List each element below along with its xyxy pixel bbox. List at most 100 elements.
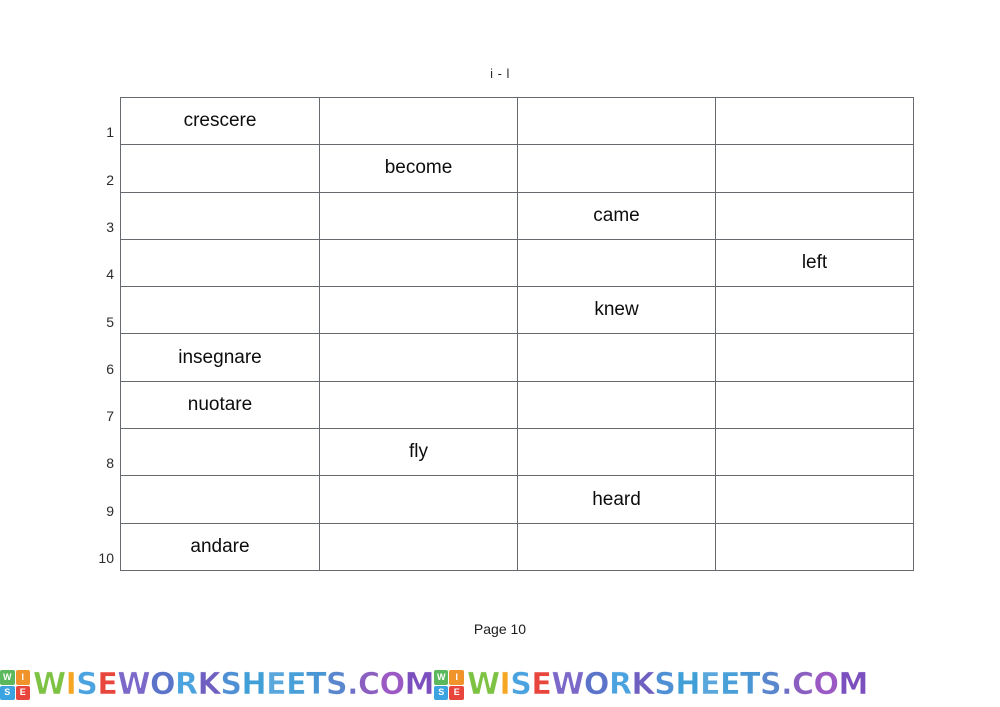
table-row: left bbox=[120, 238, 914, 288]
watermark-letter: K bbox=[631, 667, 655, 702]
table-cell-r2-c3[interactable] bbox=[517, 144, 716, 193]
table-row: become bbox=[120, 144, 914, 193]
watermark-letter: . bbox=[781, 667, 793, 702]
watermark-letter: H bbox=[675, 667, 701, 702]
table-cell-r8-c1[interactable] bbox=[120, 428, 320, 477]
table-cell-r1-c4[interactable] bbox=[715, 96, 914, 146]
row-number: 8 bbox=[106, 455, 114, 472]
table-cell-r5-c4[interactable] bbox=[715, 286, 914, 335]
table-cell-r10-c3[interactable] bbox=[517, 522, 716, 571]
table-row: heard bbox=[120, 475, 914, 524]
watermark-letter: C bbox=[792, 667, 815, 702]
table-cell-r9-c4[interactable] bbox=[715, 475, 914, 524]
table-row: came bbox=[120, 191, 914, 240]
watermark-letter: K bbox=[197, 667, 221, 702]
watermark-letter: . bbox=[347, 667, 359, 702]
watermark-letter: W bbox=[33, 667, 67, 702]
watermark-letter: O bbox=[813, 667, 839, 702]
watermark-letter: E bbox=[720, 667, 741, 702]
watermark-letter: S bbox=[326, 667, 348, 702]
table-cell-r1-c1[interactable]: crescere bbox=[120, 96, 320, 146]
watermark-text: WISEWORKSHEETS.COM bbox=[33, 667, 435, 702]
watermark-letter: S bbox=[76, 667, 98, 702]
watermark-letter: E bbox=[266, 667, 287, 702]
page-title: i - l bbox=[490, 66, 510, 81]
watermark-letter: H bbox=[241, 667, 267, 702]
table-cell-r4-c2[interactable] bbox=[319, 238, 518, 288]
row-number: 5 bbox=[106, 313, 114, 330]
table-cell-r2-c2[interactable]: become bbox=[319, 144, 518, 193]
row-number: 7 bbox=[106, 408, 114, 425]
table-row: knew bbox=[120, 286, 914, 335]
table-cell-r4-c1[interactable] bbox=[120, 238, 320, 288]
table-cell-r5-c2[interactable] bbox=[319, 286, 518, 335]
row-number: 9 bbox=[106, 502, 114, 519]
logo-tile-e: E bbox=[15, 685, 30, 700]
logo-tile-e: E bbox=[449, 685, 464, 700]
watermark-letter: T bbox=[306, 667, 327, 702]
watermark-letter: R bbox=[174, 667, 199, 702]
table-cell-r4-c4[interactable]: left bbox=[715, 238, 914, 288]
table-cell-r2-c4[interactable] bbox=[715, 144, 914, 193]
table-cell-r7-c3[interactable] bbox=[517, 380, 716, 430]
table-cell-r6-c2[interactable] bbox=[319, 333, 518, 382]
watermark-letter: R bbox=[608, 667, 633, 702]
table-cell-r7-c2[interactable] bbox=[319, 380, 518, 430]
logo-tile-s: S bbox=[0, 685, 15, 700]
table-cell-r8-c3[interactable] bbox=[517, 428, 716, 477]
logo-tile-w: W bbox=[433, 670, 449, 685]
table-cell-r9-c3[interactable]: heard bbox=[517, 475, 716, 524]
table-cell-r7-c1[interactable]: nuotare bbox=[120, 380, 320, 430]
table-cell-r3-c2[interactable] bbox=[319, 191, 518, 240]
watermark-letter: I bbox=[65, 667, 77, 702]
watermark-letter: E bbox=[531, 667, 552, 702]
watermark-letter: E bbox=[97, 667, 118, 702]
table-cell-r1-c3[interactable] bbox=[517, 96, 716, 146]
watermark-letter: S bbox=[220, 667, 242, 702]
table-row: andare bbox=[120, 522, 914, 571]
table-cell-r10-c2[interactable] bbox=[319, 522, 518, 571]
watermark-letter: O bbox=[149, 667, 176, 702]
table-cell-r9-c1[interactable] bbox=[120, 475, 320, 524]
watermark-letter: S bbox=[759, 667, 782, 702]
table-cell-r7-c4[interactable] bbox=[715, 380, 914, 430]
table-cell-r6-c1[interactable]: insegnare bbox=[120, 333, 320, 382]
row-number: 6 bbox=[106, 360, 114, 377]
row-number: 1 bbox=[106, 124, 114, 141]
watermark-letter: E bbox=[286, 667, 307, 702]
table-cell-r8-c2[interactable]: fly bbox=[319, 428, 518, 477]
table-cell-r5-c1[interactable] bbox=[120, 286, 320, 335]
watermark-letter: W bbox=[466, 667, 501, 702]
logo-tile-w: W bbox=[0, 670, 15, 685]
watermark-letter: S bbox=[510, 667, 532, 702]
watermark-letter: C bbox=[358, 667, 381, 702]
table-cell-r1-c2[interactable] bbox=[319, 96, 518, 146]
table-cell-r10-c4[interactable] bbox=[715, 522, 914, 571]
table-cell-r8-c4[interactable] bbox=[715, 428, 914, 477]
table-cell-r5-c3[interactable]: knew bbox=[517, 286, 716, 335]
watermark-letter: I bbox=[499, 667, 511, 702]
table-cell-r2-c1[interactable] bbox=[120, 144, 320, 193]
logo-tile-i: I bbox=[15, 670, 30, 685]
table-cell-r3-c3[interactable]: came bbox=[517, 191, 716, 240]
table-cell-r9-c2[interactable] bbox=[319, 475, 518, 524]
watermark-letter: W bbox=[551, 667, 585, 702]
table-row: fly bbox=[120, 428, 914, 477]
watermark-letter: M bbox=[838, 667, 868, 702]
row-number: 2 bbox=[106, 171, 114, 188]
watermark-text: WISEWORKSHEETS.COM bbox=[466, 667, 869, 702]
watermark-letter: O bbox=[379, 667, 405, 702]
watermark-letter: E bbox=[700, 667, 721, 702]
table-cell-r6-c4[interactable] bbox=[715, 333, 914, 382]
watermark-letter: W bbox=[117, 667, 151, 702]
watermark-letter: M bbox=[404, 667, 434, 702]
verb-table-container: crescere become came left knew insegnare nuota… bbox=[120, 96, 914, 571]
table-cell-r3-c1[interactable] bbox=[120, 191, 320, 240]
watermark-letter: S bbox=[654, 667, 676, 702]
row-number-gutter: 1 2 3 4 5 6 7 8 9 10 bbox=[70, 97, 114, 570]
table-cell-r10-c1[interactable]: andare bbox=[120, 522, 320, 571]
table-cell-r4-c3[interactable] bbox=[517, 238, 716, 288]
table-cell-r6-c3[interactable] bbox=[517, 333, 716, 382]
table-cell-r3-c4[interactable] bbox=[715, 191, 914, 240]
row-number: 4 bbox=[106, 266, 114, 283]
